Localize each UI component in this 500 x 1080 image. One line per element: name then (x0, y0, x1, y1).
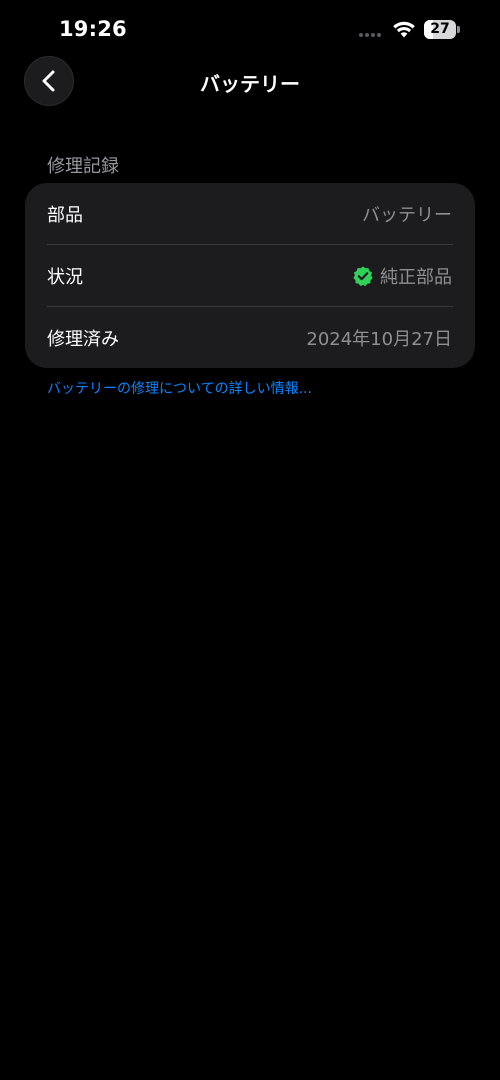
cellular-signal-icon (359, 33, 381, 37)
battery-percentage: 27 (430, 21, 450, 37)
wifi-icon (393, 21, 415, 38)
row-repaired-date-value: 2024年10月27日 (306, 328, 452, 350)
row-part-label: 部品 (47, 204, 83, 226)
row-repaired-date: 修理済み 2024年10月27日 (25, 307, 475, 368)
row-part: 部品 バッテリー (25, 183, 475, 244)
row-status: 状況 純正部品 (25, 245, 475, 306)
repair-record-card: 部品 バッテリー 状況 純正部品 修理済み 2024年10月27日 (25, 183, 475, 368)
battery-repair-info-link[interactable]: バッテリーの修理についての詳しい情報... (47, 378, 312, 398)
status-bar: 19:26 27 (0, 0, 500, 58)
row-status-label: 状況 (47, 266, 83, 288)
back-button[interactable] (24, 56, 74, 106)
chevron-left-icon (42, 70, 55, 92)
page-title: バッテリー (200, 72, 300, 96)
status-time: 19:26 (59, 17, 127, 41)
verified-check-icon (353, 265, 373, 286)
row-part-value: バッテリー (362, 204, 452, 226)
row-repaired-date-label: 修理済み (47, 328, 119, 350)
section-header-repair-record: 修理記録 (47, 156, 119, 177)
battery-icon: 27 (424, 20, 460, 39)
row-status-value: 純正部品 (380, 266, 452, 288)
row-status-value-group: 純正部品 (352, 263, 452, 289)
